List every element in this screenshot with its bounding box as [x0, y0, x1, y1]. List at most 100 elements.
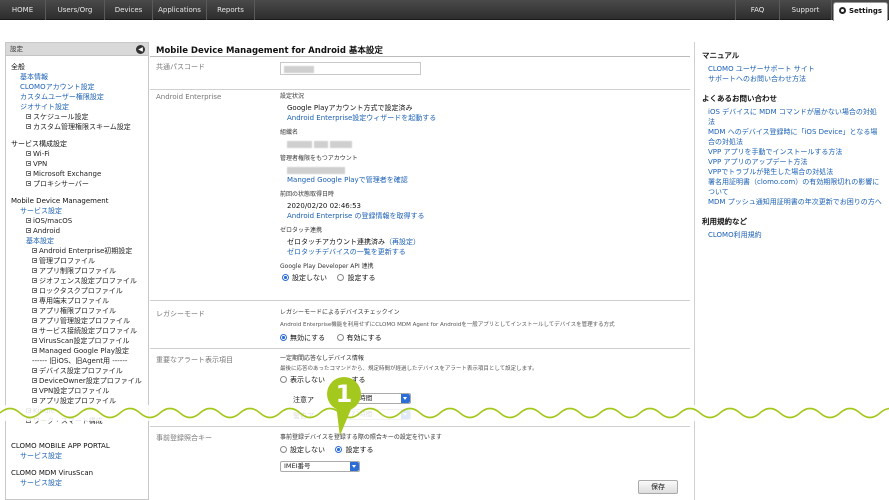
help-link[interactable]: MDM へのデバイス登録時に「iOS Device」となる場合の対処法	[702, 127, 889, 147]
alert-items-row: 重要なアラート表示項目 一定期間応答なしデバイス情報 最後に応答のあったコマンド…	[150, 349, 690, 427]
expand-icon	[32, 378, 37, 383]
sidebar-item[interactable]: デバイス設定プロファイル	[11, 366, 148, 376]
ae-admin-link[interactable]: Manged Google Playで管理者を確認	[280, 175, 680, 185]
chevron-down-icon	[401, 410, 410, 419]
expand-icon	[32, 318, 37, 323]
help-link[interactable]: VPP アプリのアップデート方法	[702, 157, 889, 167]
help-link[interactable]: CLOMO利用規約	[702, 230, 889, 240]
ae-wizard-link[interactable]: Android Enterprise設定ウィザードを起動する	[280, 113, 680, 123]
expand-icon	[32, 338, 37, 343]
sidebar-item[interactable]: CLOMOアカウント設定	[11, 82, 148, 92]
tab-faq[interactable]: FAQ	[735, 0, 780, 20]
sidebar-item[interactable]: 基本情報	[11, 72, 148, 82]
sidebar-item[interactable]: 基本設定	[11, 236, 148, 246]
help-link[interactable]: VPP アプリを手動でインストールする方法	[702, 147, 889, 157]
sidebar-item[interactable]: 管理プロファイル	[11, 256, 148, 266]
sidebar-item[interactable]: DeviceOwner設定プロファイル	[11, 376, 148, 386]
page-title: Mobile Device Management for Android 基本設…	[156, 46, 383, 56]
sidebar-item[interactable]: ワーク・スマート構成	[11, 416, 148, 426]
tab-users-org[interactable]: Users/Org	[46, 0, 105, 20]
sidebar-item[interactable]: Android Enterprise初期設定	[11, 246, 148, 256]
ae-fetch-link[interactable]: Android Enterprise の登録情報を取得する	[280, 211, 680, 221]
sidebar-item[interactable]: Microsoft Exchange	[11, 169, 148, 179]
expand-icon	[32, 278, 37, 283]
sidebar-item[interactable]: ------ 旧iOS、旧Agent用 ------	[11, 356, 148, 366]
sidebar-item[interactable]: サービス設定	[11, 206, 148, 216]
sidebar-item[interactable]: VirusScan設定プロファイル	[11, 336, 148, 346]
expand-icon	[26, 181, 31, 186]
gpapi-off-radio[interactable]	[282, 274, 289, 281]
tab-settings[interactable]: Settings	[833, 2, 888, 21]
expand-icon	[32, 308, 37, 313]
sidebar-item[interactable]: カスタムユーザー権限設定	[11, 92, 148, 102]
legacy-disable-radio[interactable]	[280, 334, 287, 341]
expand-icon	[26, 171, 31, 176]
prereg-key-select[interactable]: IMEI番号	[280, 461, 360, 472]
expand-icon	[26, 151, 31, 156]
sidebar-item[interactable]: Wi-Fi	[11, 149, 148, 159]
gpapi-on-radio[interactable]	[337, 274, 345, 281]
sidebar-header: 設定 ◀	[6, 43, 148, 56]
sidebar-item[interactable]: アプリ管理設定プロファイル	[11, 316, 148, 326]
sidebar-item[interactable]: iOS/macOS	[11, 216, 148, 226]
settings-sidebar: 設定 ◀ 全般 基本情報 CLOMOアカウント設定 カスタムユーザー権限設定 ジオサイト…	[5, 42, 149, 500]
help-panel: マニュアル CLOMO ユーザーサポート サイト サポートへのお問い合わせ方法 よくあ…	[694, 42, 889, 500]
help-link[interactable]: MDM プッシュ通知用証明書の年次更新でお困りの方へ	[702, 197, 889, 207]
sidebar-section-title: サービス構成設定	[11, 140, 67, 148]
help-link[interactable]: CLOMO ユーザーサポート サイト	[702, 64, 889, 74]
help-link[interactable]: サポートへのお問い合わせ方法	[702, 74, 889, 84]
expand-icon	[32, 258, 37, 263]
prereg-on-radio[interactable]	[335, 446, 343, 453]
sidebar-item[interactable]: プロキシサーバー	[11, 179, 148, 189]
zt-reset-link[interactable]: （再設定）	[385, 238, 420, 246]
tab-applications[interactable]: Applications	[153, 0, 207, 20]
passcode-input[interactable]	[280, 62, 421, 75]
sidebar-item[interactable]: 専用端末プロファイル	[11, 296, 148, 306]
sidebar-item[interactable]: Android	[11, 226, 148, 236]
sidebar-item[interactable]: VPN	[11, 159, 148, 169]
expand-icon	[32, 398, 37, 403]
sidebar-section-title: CLOMO MOBILE APP PORTAL	[11, 442, 110, 450]
save-button[interactable]: 保存	[638, 480, 678, 494]
sidebar-item[interactable]: VPN設定プロファイル	[11, 386, 148, 396]
sidebar-item[interactable]: カスタム管理権限スキーム設定	[11, 122, 148, 132]
legacy-enable-radio[interactable]	[336, 334, 344, 341]
sidebar-item[interactable]: サービス接続設定プロファイル	[11, 326, 148, 336]
main-content: Mobile Device Management for Android 基本設…	[150, 42, 690, 500]
android-enterprise-row: Android Enterprise 設定状況 Google Playアカウント…	[150, 90, 690, 301]
help-link[interactable]: VPPでトラブルが発生した場合の対処法	[702, 167, 889, 177]
collapse-sidebar-icon[interactable]: ◀	[136, 45, 145, 54]
sidebar-item[interactable]: アプリ設定プロファイル	[11, 396, 148, 406]
sidebar-item[interactable]: ジオサイト設定	[11, 102, 148, 112]
legacy-mode-row: レガシーモード レガシーモードによるデバイスチェックイン Android Ent…	[150, 301, 690, 349]
sidebar-item[interactable]: サービス設定	[11, 451, 148, 461]
expand-icon	[26, 418, 31, 423]
tab-reports[interactable]: Reports	[207, 0, 255, 20]
sidebar-item[interactable]: ジオフェンス設定プロファイル	[11, 276, 148, 286]
expand-icon	[32, 298, 37, 303]
critical-alert-select[interactable]: 72時間	[347, 409, 411, 420]
top-navigation: HOME Users/Org Devices Applications Repo…	[0, 0, 889, 21]
chevron-down-icon	[401, 394, 410, 403]
tab-home[interactable]: HOME	[0, 0, 46, 20]
sidebar-item[interactable]: スケジュール設定	[11, 112, 148, 122]
step-badge: 1	[327, 377, 361, 411]
sidebar-item[interactable]: Kindle	[11, 406, 148, 416]
alert-hide-radio[interactable]	[280, 376, 287, 383]
help-link[interactable]: iOS デバイスに MDM コマンドが届かない場合の対処法	[702, 107, 889, 127]
help-section-title: 利用規約など	[702, 217, 747, 226]
sidebar-item[interactable]: ロックタスクプロファイル	[11, 286, 148, 296]
expand-icon	[26, 228, 31, 233]
sidebar-section-title: 全般	[11, 63, 25, 71]
help-link[interactable]: 署名用証明書（clomo.com）の有効期限切れの影響について	[702, 177, 889, 197]
sidebar-item[interactable]: Managed Google Play設定	[11, 346, 148, 356]
tab-support[interactable]: Support	[780, 0, 832, 20]
sidebar-item[interactable]: アプリ権限プロファイル	[11, 306, 148, 316]
tab-devices[interactable]: Devices	[105, 0, 153, 20]
expand-icon	[32, 388, 37, 393]
prereg-off-radio[interactable]	[280, 446, 287, 453]
sidebar-item[interactable]: アプリ制限プロファイル	[11, 266, 148, 276]
sidebar-item[interactable]: サービス設定	[11, 478, 148, 488]
sidebar-section-title: Mobile Device Management	[11, 197, 109, 205]
zt-refresh-link[interactable]: ゼロタッチデバイスの一覧を更新する	[280, 247, 680, 257]
